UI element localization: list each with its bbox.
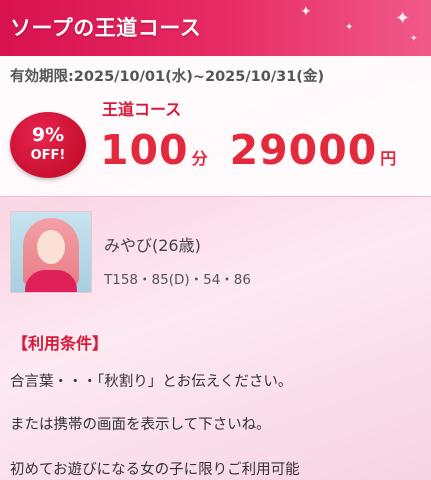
discount-badge: 9% OFF! — [10, 112, 86, 178]
divider — [0, 196, 431, 197]
condition-line: 初めてお遊びになる女の子に限りご利用可能 — [10, 462, 300, 478]
discount-off-label: OFF! — [30, 148, 66, 163]
profile-photo[interactable] — [10, 211, 92, 293]
duration-value: 100 — [100, 126, 189, 174]
profile-name[interactable]: みやび(26歳) — [104, 232, 201, 256]
conditions-heading: 【利用条件】 — [12, 334, 109, 353]
page-title: ソープの王道コース — [10, 16, 202, 40]
price-value: 29000 — [229, 126, 378, 174]
validity-period: 有効期限:2025/10/01(水)~2025/10/31(金) — [10, 69, 325, 85]
sparkle-icon: ✦ — [395, 8, 411, 29]
profile-stats: T158・85(D)・54・86 — [104, 272, 251, 288]
course-name: 王道コース — [102, 100, 182, 119]
header-banner: ソープの王道コース ✦ ✦ ✦ ✦ — [0, 0, 431, 56]
condition-line: または携帯の画面を表示して下さいね。 — [10, 417, 271, 433]
sparkle-icon: ✦ — [300, 4, 312, 20]
condition-line: 合言葉・・・「秋割り」とお伝えください。 — [10, 374, 293, 390]
sparkle-icon: ✦ — [410, 34, 418, 44]
discount-percent: 9% — [31, 124, 65, 146]
sparkle-icon: ✦ — [345, 22, 354, 33]
price-unit: 円 — [380, 149, 397, 168]
price-row: 100 分 29000 円 — [100, 126, 418, 174]
duration-unit: 分 — [191, 149, 208, 168]
